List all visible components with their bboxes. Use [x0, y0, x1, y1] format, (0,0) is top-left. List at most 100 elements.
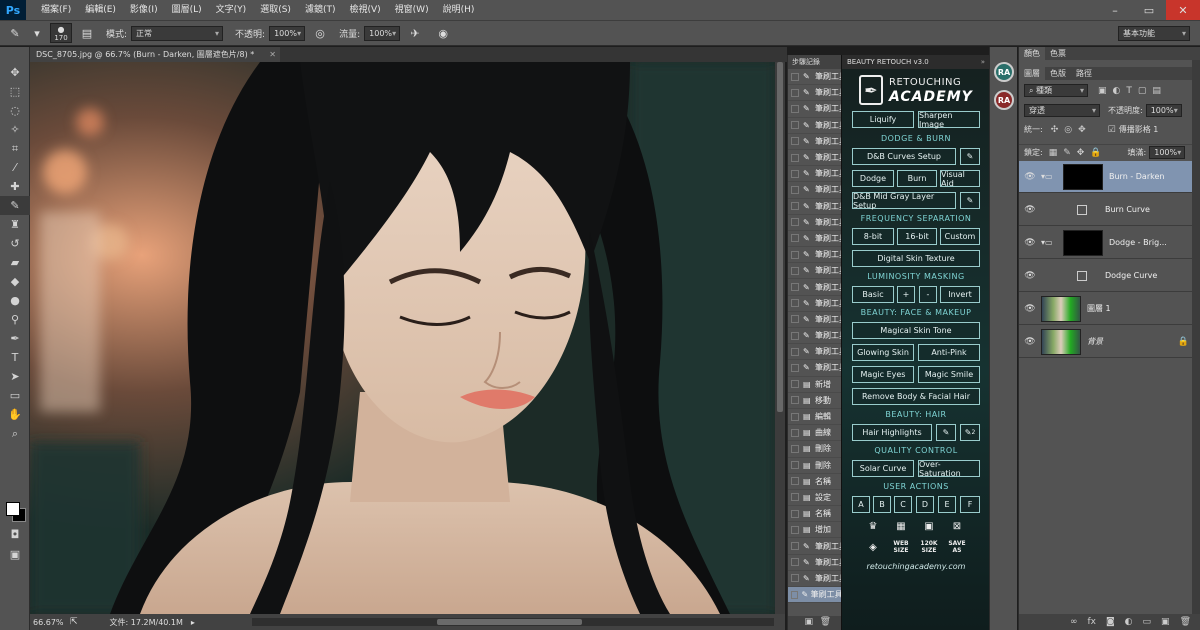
marquee-tool-icon[interactable]: ⬚	[0, 82, 30, 101]
history-checkbox[interactable]	[791, 169, 799, 178]
history-item[interactable]: ▤ 刪除	[788, 441, 841, 458]
history-item[interactable]: ✎ 筆刷工具	[788, 69, 841, 86]
history-checkbox[interactable]	[791, 283, 799, 292]
filter-shape-icon[interactable]: ▢	[1138, 86, 1147, 96]
history-checkbox[interactable]	[791, 444, 799, 453]
propagate-checkbox[interactable]: ☑	[1108, 125, 1116, 135]
document-tab[interactable]: DSC_8705.jpg @ 66.7% (Burn - Darken, 圖層遮…	[30, 47, 280, 62]
history-item[interactable]: ✎ 筆刷工具	[788, 555, 841, 571]
history-item[interactable]: ✎ 筆刷工具	[788, 312, 841, 328]
eyedropper-icon[interactable]: ⁄	[0, 158, 30, 177]
user-action-e-button[interactable]: E	[938, 496, 956, 513]
zoom-level[interactable]: 66.67%	[30, 618, 70, 627]
menu-filter[interactable]: 濾鏡(T)	[298, 0, 343, 20]
hand-tool-icon[interactable]: ✋	[0, 405, 30, 424]
history-checkbox[interactable]	[791, 509, 799, 518]
history-item[interactable]: ✎ 筆刷工具	[788, 538, 841, 555]
layer-mask-thumbnail[interactable]	[1063, 229, 1103, 256]
history-checkbox[interactable]	[791, 88, 799, 97]
user-action-b-button[interactable]: B	[873, 496, 891, 513]
history-checkbox[interactable]	[791, 331, 799, 340]
history-item[interactable]: ✎ 筆刷工具	[788, 150, 841, 167]
history-item[interactable]: ✎ 筆刷工具	[788, 263, 841, 280]
image-icon[interactable]: ▣	[920, 519, 938, 533]
tab-swatches[interactable]: 色票	[1045, 47, 1071, 60]
history-item[interactable]: ✎ 筆刷工具	[788, 166, 841, 183]
brush-panel-icon[interactable]: ▤	[78, 24, 96, 42]
history-checkbox[interactable]	[791, 299, 799, 308]
menu-window[interactable]: 視窗(W)	[388, 0, 436, 20]
layers-scrollbar[interactable]	[1192, 60, 1200, 630]
history-item[interactable]: ▤ 編輯	[788, 409, 841, 426]
horizontal-scroll-thumb[interactable]	[437, 619, 582, 625]
new-group-icon[interactable]: ▭	[1143, 617, 1152, 627]
paint-bucket-icon[interactable]: ◆	[0, 272, 30, 291]
airbrush-icon[interactable]: ✈	[406, 24, 424, 42]
maximize-icon[interactable]: ▭	[1132, 0, 1166, 20]
filter-adjust-icon[interactable]: ◐	[1113, 86, 1121, 96]
history-checkbox[interactable]	[791, 380, 799, 389]
user-action-d-button[interactable]: D	[916, 496, 934, 513]
history-checkbox[interactable]	[791, 412, 799, 421]
pen-tool-icon[interactable]: ✒	[0, 329, 30, 348]
menu-view[interactable]: 檢視(V)	[342, 0, 387, 20]
brush-tool-icon[interactable]: ✎	[0, 196, 30, 215]
layer-row[interactable]: 👁 ▾▭ Dodge - Brig...	[1019, 227, 1200, 259]
ra-panel-button[interactable]: RA	[994, 62, 1014, 82]
layer-thumbnail[interactable]	[1041, 295, 1081, 322]
layer-row[interactable]: 👁 圖層 1	[1019, 293, 1200, 325]
menu-layer[interactable]: 圖層(L)	[165, 0, 209, 20]
type-tool-icon[interactable]: T	[0, 348, 30, 367]
dodge-tool-icon[interactable]: ⚲	[0, 310, 30, 329]
history-checkbox[interactable]	[791, 477, 799, 486]
menu-help[interactable]: 說明(H)	[436, 0, 482, 20]
eye-icon[interactable]: 👁	[1019, 337, 1041, 347]
history-checkbox[interactable]	[791, 558, 799, 567]
hair-brush-2-button[interactable]: ✎ 2	[960, 424, 980, 441]
layer-mask-thumbnail[interactable]	[1063, 163, 1103, 190]
history-checkbox[interactable]	[791, 202, 799, 211]
pressure-size-icon[interactable]: ◉	[434, 24, 452, 42]
layer-thumbnail[interactable]	[1041, 328, 1081, 355]
layer-opacity-input[interactable]: 100%	[1145, 104, 1182, 117]
history-brush-icon[interactable]: ↺	[0, 234, 30, 253]
adjustment-layer-icon[interactable]: ◐	[1125, 617, 1133, 627]
rectangle-tool-icon[interactable]: ▭	[0, 386, 30, 405]
history-item[interactable]: ✎ 筆刷工具	[788, 360, 841, 377]
lock-transparent-icon[interactable]: ▦	[1049, 148, 1058, 158]
user-action-f-button[interactable]: F	[960, 496, 980, 513]
new-layer-icon[interactable]: ▣	[1161, 617, 1170, 627]
lock-pixels-icon[interactable]: ✎	[1063, 148, 1071, 158]
opacity-input[interactable]: 100%	[269, 25, 306, 41]
lasso-tool-icon[interactable]: ◌	[0, 101, 30, 120]
freq-8bit-button[interactable]: 8-bit	[852, 228, 894, 245]
brush-tool-icon[interactable]: ✎	[6, 24, 24, 42]
history-item[interactable]: ✎ 筆刷工具	[788, 328, 841, 345]
history-checkbox[interactable]	[791, 266, 799, 275]
zoom-tool-icon[interactable]: ⌕	[0, 424, 30, 443]
history-checkbox[interactable]	[791, 234, 799, 243]
path-select-icon[interactable]: ➤	[0, 367, 30, 386]
flatten-icon[interactable]: ⊠	[948, 519, 966, 533]
eye-icon[interactable]: 👁	[1019, 205, 1041, 215]
history-item[interactable]: ✎ 筆刷工具	[788, 101, 841, 118]
history-checkbox[interactable]	[791, 250, 799, 259]
history-checkbox[interactable]	[791, 153, 799, 162]
menu-type[interactable]: 文字(Y)	[209, 0, 254, 20]
website-link[interactable]: retouchingacademy.com	[842, 562, 990, 571]
lum-minus-button[interactable]: -	[919, 286, 937, 303]
mode-select[interactable]: 正常	[131, 25, 224, 41]
pressure-opacity-icon[interactable]: ◎	[311, 24, 329, 42]
history-item[interactable]: ✎ 筆刷工具	[788, 134, 841, 150]
flow-input[interactable]: 100%	[364, 25, 401, 41]
crop-tool-icon[interactable]: ⌗	[0, 139, 30, 158]
folder-icon[interactable]: ▾▭	[1041, 172, 1063, 181]
hair-highlights-button[interactable]: Hair Highlights	[852, 424, 932, 441]
history-item[interactable]: ▤ 刪除	[788, 458, 841, 474]
user-action-c-button[interactable]: C	[894, 496, 912, 513]
history-item[interactable]: ✎ 筆刷工具	[788, 296, 841, 312]
history-item[interactable]: ▤ 新增	[788, 377, 841, 393]
clone-stamp-icon[interactable]: ♜	[0, 215, 30, 234]
horizontal-scrollbar[interactable]	[252, 618, 774, 626]
ra-panel-button-2[interactable]: RA	[994, 90, 1014, 110]
